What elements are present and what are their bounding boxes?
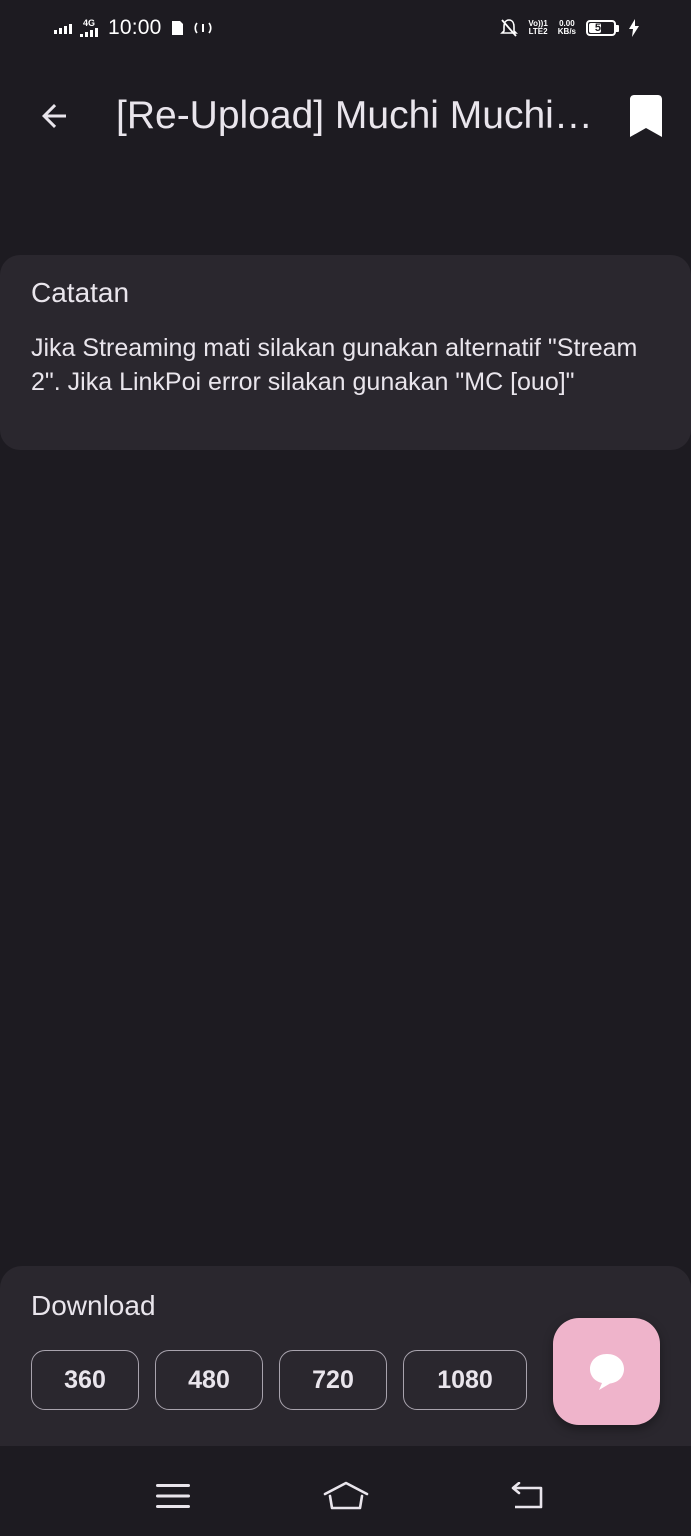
status-bar: 4G 10:00 Vo))1 LTE2 0.00 KB/s 52 — [0, 0, 691, 56]
battery-tip — [616, 24, 619, 32]
battery-level: 52 — [594, 22, 608, 34]
battery-icon: 52 — [586, 20, 619, 36]
menu-lines-icon — [156, 1484, 190, 1508]
recent-apps-button[interactable] — [143, 1466, 203, 1526]
download-heading: Download — [31, 1290, 156, 1321]
screen: 4G 10:00 Vo))1 LTE2 0.00 KB/s 52 [Re-Upl… — [0, 0, 691, 1536]
quality-720-button[interactable]: 720 — [279, 1350, 387, 1410]
bookmark-icon — [630, 95, 662, 137]
signal-strength-icon-2 — [80, 28, 98, 37]
status-time: 10:00 — [108, 16, 162, 39]
quality-480-button[interactable]: 480 — [155, 1350, 263, 1410]
back-button[interactable] — [26, 88, 82, 144]
home-button[interactable] — [316, 1466, 376, 1526]
bookmark-button[interactable] — [618, 88, 674, 144]
network-type-label: 4G — [82, 18, 95, 28]
hotspot-icon — [192, 20, 214, 36]
return-icon — [511, 1482, 543, 1509]
page-title: [Re-Upload] Muchi Muchi Pork! — [116, 94, 594, 137]
note-body: Jika Streaming mati silakan gunakan alte… — [31, 334, 638, 396]
home-icon — [323, 1481, 369, 1510]
speed-unit: KB/s — [557, 27, 576, 36]
quality-1080-button[interactable]: 1080 — [403, 1350, 527, 1410]
charging-bolt-icon — [629, 19, 639, 37]
notification-flag-icon — [170, 20, 184, 36]
network-type-indicator: 4G — [80, 19, 98, 37]
back-nav-button[interactable] — [497, 1466, 557, 1526]
chat-bubble-icon — [589, 1353, 624, 1390]
signal-strength-icon — [54, 22, 72, 34]
network-speed: 0.00 KB/s — [558, 20, 576, 36]
status-right: Vo))1 LTE2 0.00 KB/s 52 — [500, 18, 639, 38]
chat-fab-button[interactable] — [553, 1318, 660, 1425]
arrow-back-icon — [42, 104, 66, 128]
silent-bell-icon — [500, 18, 519, 38]
note-heading: Catatan — [31, 277, 130, 308]
note-card: Catatan Jika Streaming mati silakan guna… — [0, 255, 691, 450]
quality-360-button[interactable]: 360 — [31, 1350, 139, 1410]
app-bar: [Re-Upload] Muchi Muchi Pork! — [0, 74, 691, 158]
volte-indicator: Vo))1 LTE2 — [528, 20, 547, 36]
status-left: 4G 10:00 — [54, 16, 214, 40]
battery-body: 52 — [586, 20, 616, 36]
volte-line2: LTE2 — [528, 27, 548, 36]
system-navigation-bar — [0, 1446, 691, 1536]
